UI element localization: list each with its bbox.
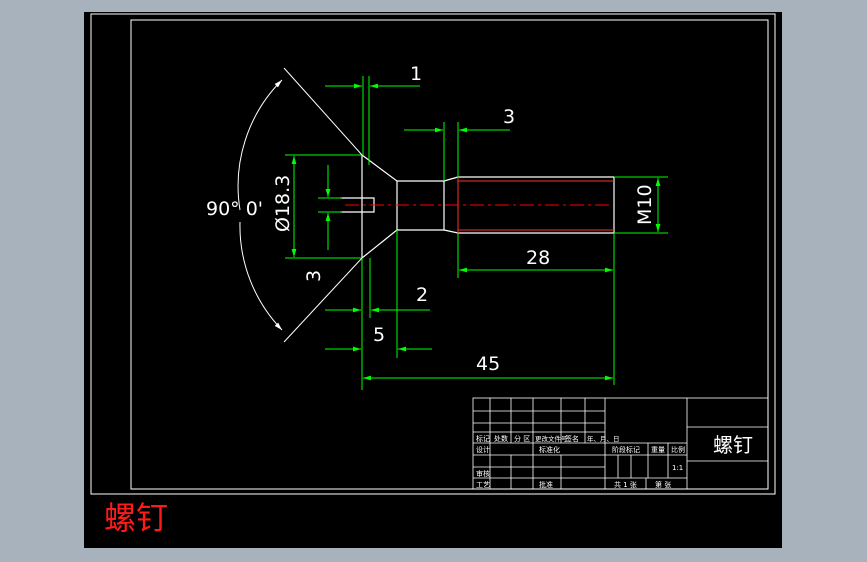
dim-5: 5	[373, 324, 385, 346]
tb-scale: 比例	[671, 445, 685, 454]
cad-viewport[interactable]: 1 3 Ø18.3 3 90° 0' M10 28 2 5 45 标记 处数 分…	[0, 0, 867, 562]
dim-1: 1	[410, 63, 422, 85]
tb-review: 审核	[476, 469, 490, 478]
tb-design: 设计	[476, 445, 490, 454]
tb-standardize: 标准化	[539, 445, 560, 454]
tb-weight: 重量	[651, 446, 665, 454]
part-name: 螺钉	[713, 433, 753, 457]
tb-marker: 标记	[476, 434, 490, 443]
tb-count: 处数	[494, 434, 508, 443]
tb-process: 工艺	[476, 481, 490, 489]
dim-2: 2	[416, 284, 428, 306]
dim-3-left: 3	[303, 270, 325, 282]
tb-date: 年、月、日	[587, 434, 620, 443]
dim-3-top: 3	[503, 106, 515, 128]
dim-angle: 90° 0'	[206, 198, 263, 220]
tb-stage-mark: 阶段标记	[612, 445, 640, 454]
tb-sheet-no: 第 张	[655, 480, 671, 489]
tb-approve: 批准	[539, 480, 553, 489]
dim-m10: M10	[634, 184, 656, 225]
dim-45: 45	[476, 353, 500, 375]
dim-diameter-head: Ø18.3	[272, 175, 294, 232]
tb-signature: 签名	[565, 434, 579, 443]
dim-28: 28	[526, 247, 550, 269]
tb-zone: 分 区	[514, 434, 530, 443]
bottom-caption: 螺钉	[104, 499, 169, 537]
tb-change-doc: 更改文件号	[535, 434, 568, 443]
tb-scale-value: 1:1	[672, 464, 683, 472]
tb-sheets-total: 共 1 张	[614, 480, 637, 489]
